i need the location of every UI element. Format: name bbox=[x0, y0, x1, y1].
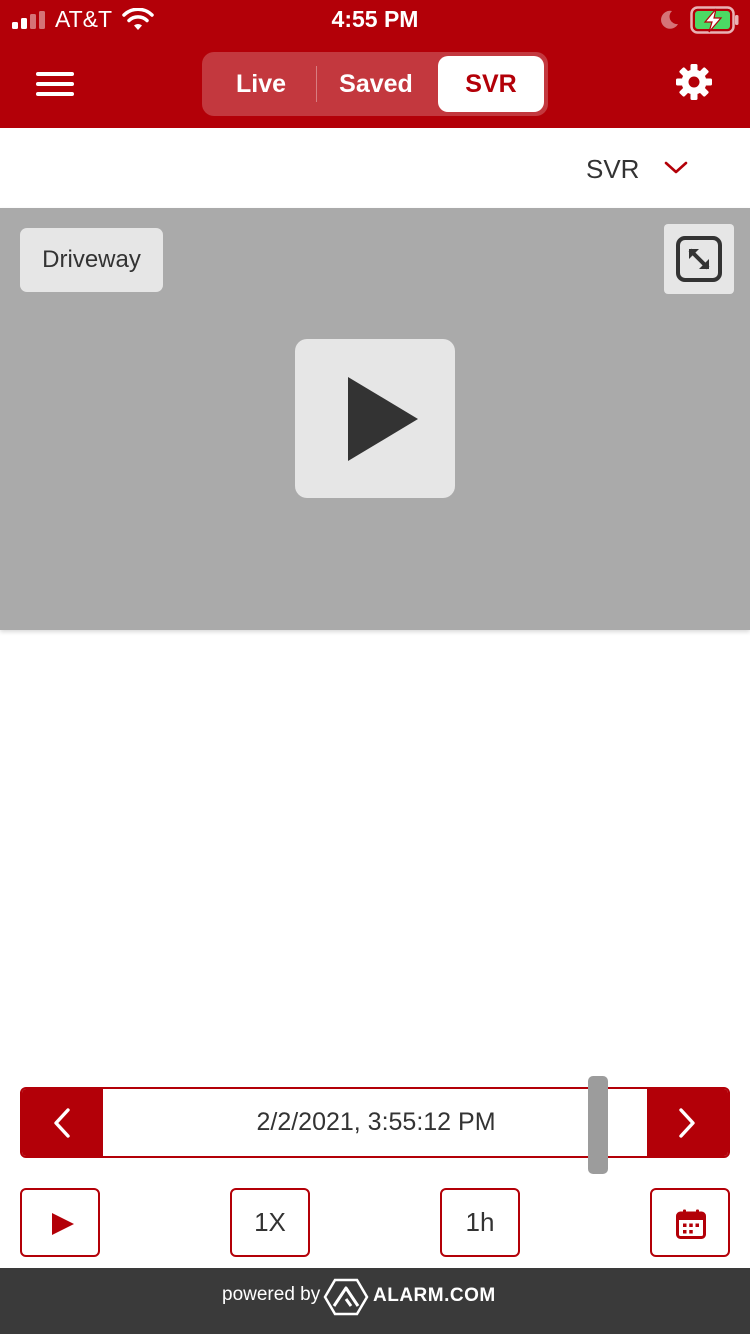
status-time: 4:55 PM bbox=[331, 6, 419, 32]
previous-clip-button[interactable] bbox=[22, 1089, 103, 1156]
video-player[interactable]: Driveway bbox=[0, 208, 750, 630]
play-icon bbox=[52, 1213, 74, 1235]
chevron-left-icon bbox=[54, 1108, 70, 1138]
calendar-button[interactable] bbox=[650, 1188, 730, 1257]
status-bar: AT&T 4:55 PM bbox=[0, 0, 750, 40]
camera-name-label: Driveway bbox=[20, 228, 163, 292]
playback-speed-button[interactable]: 1X bbox=[230, 1188, 310, 1257]
powered-by-label: powered by bbox=[222, 1284, 321, 1305]
expand-button[interactable] bbox=[664, 224, 734, 294]
tab-svr[interactable]: SVR bbox=[438, 56, 544, 112]
tab-live[interactable]: Live bbox=[206, 56, 316, 112]
svr-dropdown-value: SVR bbox=[586, 154, 640, 184]
timeline-timestamp: 2/2/2021, 3:55:12 PM bbox=[256, 1108, 496, 1136]
hamburger-menu-icon[interactable] bbox=[36, 70, 76, 98]
tab-saved[interactable]: Saved bbox=[318, 56, 434, 112]
view-mode-tabs: Live Saved SVR bbox=[202, 52, 548, 116]
tab-divider bbox=[316, 66, 317, 102]
footer-bar: powered by ALARM.COM bbox=[0, 1268, 750, 1334]
play-video-button[interactable] bbox=[295, 339, 455, 498]
alarm-logo-icon bbox=[323, 1278, 369, 1316]
brand-name: ALARM.COM bbox=[373, 1285, 496, 1306]
next-clip-button[interactable] bbox=[647, 1089, 728, 1156]
calendar-icon bbox=[676, 1209, 706, 1239]
battery-charging-icon bbox=[690, 6, 739, 34]
play-icon bbox=[348, 377, 418, 461]
app-header: AT&T 4:55 PM Live Saved SVR bbox=[0, 0, 750, 128]
chevron-right-icon bbox=[679, 1108, 695, 1138]
expand-icon bbox=[676, 236, 722, 282]
timeline-scrub-handle[interactable] bbox=[588, 1076, 608, 1174]
moon-icon bbox=[661, 10, 678, 29]
playback-play-button[interactable] bbox=[20, 1188, 100, 1257]
timeline-bar: 2/2/2021, 3:55:12 PM bbox=[20, 1087, 730, 1158]
chevron-down-icon bbox=[664, 161, 688, 174]
time-range-button[interactable]: 1h bbox=[440, 1188, 520, 1257]
gear-icon[interactable] bbox=[674, 62, 714, 102]
svr-dropdown[interactable]: SVR bbox=[580, 148, 700, 192]
